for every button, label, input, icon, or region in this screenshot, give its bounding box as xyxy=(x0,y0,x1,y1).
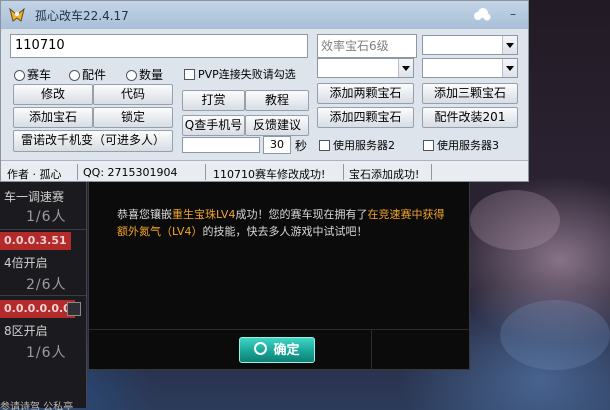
server3-checkbox[interactable]: 使用服务器3 xyxy=(423,139,499,153)
checkbox-icon xyxy=(319,140,330,151)
message-text: 成功！您的赛车现在拥有了 xyxy=(235,208,368,221)
gem-success-dialog: 恭喜您镶嵌重生宝珠LV4成功！您的赛车现在拥有了在竞速赛中获得额外氮气（LV4）… xyxy=(88,178,470,370)
confirm-label: 确定 xyxy=(273,343,300,358)
radio-label: 赛车 xyxy=(27,68,52,82)
gem-name: 重生宝珠LV4 xyxy=(172,208,236,221)
chevron-down-icon xyxy=(398,59,413,77)
room-title: 4倍开启 xyxy=(4,256,48,270)
divider xyxy=(371,329,372,369)
message-text: 恭喜您镶嵌 xyxy=(117,208,172,221)
minimize-button[interactable]: – xyxy=(503,6,523,24)
status-message: 110710赛车修改成功! xyxy=(213,168,326,181)
add-two-gems-button[interactable]: 添加两颗宝石 xyxy=(317,83,414,104)
seconds-unit: 秒 xyxy=(295,139,308,153)
server2-checkbox[interactable]: 使用服务器2 xyxy=(319,139,395,153)
radio-parts[interactable]: 配件 xyxy=(69,68,106,82)
room-count: 2/6人 xyxy=(26,277,67,293)
radio-label: 数量 xyxy=(139,68,164,82)
window-title: 孤心改车22.4.17 xyxy=(35,9,129,23)
qq-label: QQ: 2715301904 xyxy=(83,166,178,179)
parts-combo[interactable] xyxy=(317,58,414,78)
divider xyxy=(205,164,206,180)
status-message: 宝石添加成功! xyxy=(349,168,420,181)
tutorial-button[interactable]: 教程 xyxy=(245,90,309,111)
lock-icon xyxy=(67,302,81,316)
divider xyxy=(0,229,86,230)
add-four-gems-button[interactable]: 添加四颗宝石 xyxy=(317,107,414,128)
radio-label: 配件 xyxy=(82,68,107,82)
room-item[interactable]: 0.0.0.3.51 4倍开启 2/6人 xyxy=(0,232,86,296)
add-gem-button[interactable]: 添加宝石 xyxy=(13,107,93,128)
slot-combo[interactable] xyxy=(422,58,518,78)
code-button[interactable]: 代码 xyxy=(93,84,173,105)
room-title: 车一调速赛 xyxy=(4,190,65,204)
checkbox-label: 使用服务器3 xyxy=(437,139,499,152)
seconds-input[interactable]: 30 xyxy=(263,136,291,154)
add-three-gems-button[interactable]: 添加三颗宝石 xyxy=(422,83,518,104)
lock-button[interactable]: 锁定 xyxy=(93,107,173,128)
room-tag: 0.0.0.0.0.0 xyxy=(0,300,75,318)
radio-quantity[interactable]: 数量 xyxy=(126,68,163,82)
circle-icon xyxy=(254,342,268,355)
app-logo-icon xyxy=(9,7,25,22)
cloud-icon[interactable] xyxy=(472,7,492,23)
modify-button[interactable]: 修改 xyxy=(13,84,93,105)
divider xyxy=(0,295,86,296)
status-bar: 作者 · 孤心 QQ: 2715301904 110710赛车修改成功! 宝石添… xyxy=(1,160,528,181)
checkbox-label: PVP连接失败请勾选 xyxy=(198,68,296,81)
tool-window: 孤心改车22.4.17 – 110710 效率宝石6级 赛车 配件 数量 PVP… xyxy=(0,0,529,182)
room-count: 1/6人 xyxy=(26,345,67,361)
confirm-button[interactable]: 确定 xyxy=(239,337,315,363)
background-decoration xyxy=(470,190,560,250)
radio-car[interactable]: 赛车 xyxy=(14,68,51,82)
dialog-message: 恭喜您镶嵌重生宝珠LV4成功！您的赛车现在拥有了在竞速赛中获得额外氮气（LV4）… xyxy=(117,206,447,240)
gem-combo[interactable] xyxy=(422,35,518,55)
bottom-text: 参请诗驾 公私亭 xyxy=(0,402,74,410)
multiplayer-transform-button[interactable]: 雷诺改千机变（可进多人） xyxy=(13,130,173,152)
chevron-down-icon xyxy=(502,59,517,77)
chevron-down-icon xyxy=(502,36,517,54)
reward-button[interactable]: 打赏 xyxy=(182,90,245,111)
room-tag: 0.0.0.3.51 xyxy=(0,232,71,250)
room-title: 8区开启 xyxy=(4,324,48,338)
divider xyxy=(343,164,344,180)
checkbox-icon xyxy=(423,140,434,151)
feedback-button[interactable]: 反馈建议 xyxy=(245,115,309,136)
seconds-progress-field xyxy=(182,137,260,153)
parts-install-button[interactable]: 配件改装201 xyxy=(422,107,518,128)
author-label: 作者 · 孤心 xyxy=(7,168,62,181)
gem-level-field[interactable]: 效率宝石6级 xyxy=(317,34,417,58)
car-id-input[interactable]: 110710 xyxy=(10,34,308,58)
pvp-checkbox[interactable]: PVP连接失败请勾选 xyxy=(184,68,296,82)
qq-phone-lookup-button[interactable]: Q查手机号 xyxy=(182,115,245,136)
divider xyxy=(89,329,469,330)
radio-icon xyxy=(126,70,137,81)
checkbox-icon xyxy=(184,69,195,80)
room-list: 车一调速赛 1/6人 0.0.0.3.51 4倍开启 2/6人 0.0.0.0.… xyxy=(0,180,87,408)
checkbox-label: 使用服务器2 xyxy=(333,139,395,152)
title-bar[interactable]: 孤心改车22.4.17 – xyxy=(1,1,528,29)
room-count: 1/6人 xyxy=(26,209,67,225)
divider xyxy=(431,164,432,180)
radio-icon xyxy=(69,70,80,81)
radio-icon xyxy=(14,70,25,81)
message-text: 的技能，快去多人游戏中试试吧！ xyxy=(202,225,368,238)
background-decoration xyxy=(500,300,610,370)
divider xyxy=(77,164,78,180)
